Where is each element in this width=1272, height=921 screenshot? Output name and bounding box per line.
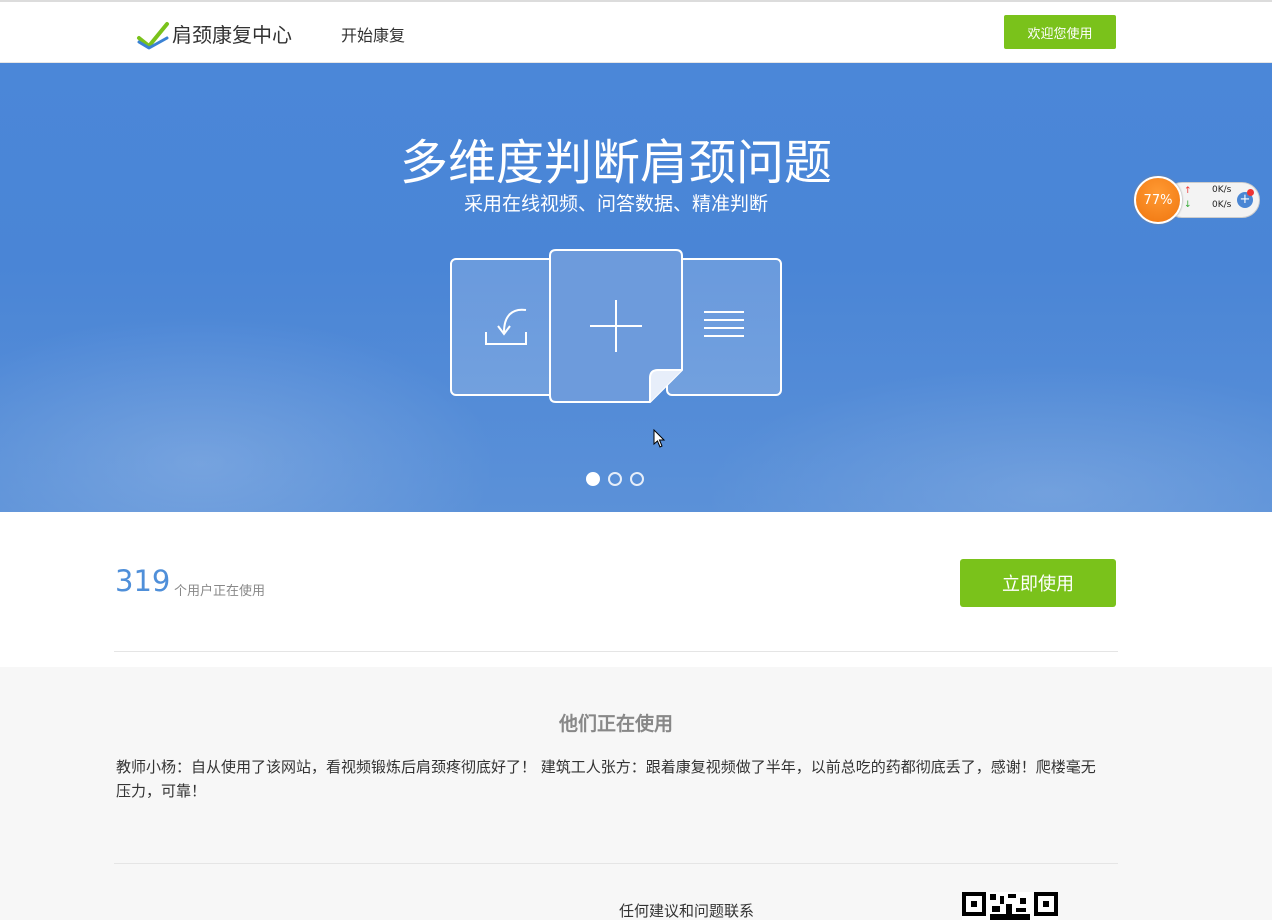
download-arrow-icon: ↓ (1184, 200, 1192, 210)
hero-illustration (448, 248, 788, 408)
testimonials-title: 他们正在使用 (558, 713, 673, 735)
nav-start-rehab[interactable]: 开始康复 (341, 22, 405, 46)
testimonials-section: 他们正在使用 教师小杨：自从使用了该网站，看视频锻炼后肩颈疼彻底好了！ 建筑工人… (0, 667, 1272, 920)
mouse-cursor-icon (653, 429, 666, 448)
checkmark-logo-icon (137, 22, 169, 50)
contact-label: 任何建议和问题联系 (619, 902, 755, 920)
user-count: 319 (115, 564, 171, 598)
download-speed: 0K/s (1212, 200, 1232, 210)
site-header: 肩颈康复中心 开始康复 欢迎您使用 (0, 2, 1272, 63)
use-now-button[interactable]: 立即使用 (960, 559, 1116, 607)
carousel-dots (586, 472, 644, 486)
carousel-dot-3[interactable] (630, 472, 644, 486)
usage-stats-section: 319 个用户正在使用 立即使用 (0, 512, 1272, 667)
carousel-dot-1[interactable] (586, 472, 600, 486)
hero-title: 多维度判断肩颈问题 (399, 135, 832, 191)
memory-percent-badge[interactable]: 77% (1134, 176, 1182, 224)
upload-arrow-icon: ↑ (1184, 186, 1192, 196)
divider (114, 863, 1118, 864)
logo-text: 肩颈康复中心 (172, 22, 292, 47)
testimonial-text: 教师小杨：自从使用了该网站，看视频锻炼后肩颈疼彻底好了！ 建筑工人张方：跟着康复… (116, 758, 1096, 800)
hero-subtitle: 采用在线视频、问答数据、精准判断 (463, 193, 768, 215)
divider (114, 651, 1118, 652)
carousel-dot-2[interactable] (608, 472, 622, 486)
qr-code-icon (962, 892, 1058, 920)
hero-banner: 多维度判断肩颈问题 采用在线视频、问答数据、精准判断 (0, 63, 1272, 512)
network-speed-widget[interactable]: 77% ↑ ↓ 0K/s 0K/s + (1134, 176, 1262, 224)
upload-speed: 0K/s (1212, 185, 1232, 195)
add-document-card (549, 249, 683, 403)
welcome-button[interactable]: 欢迎您使用 (1004, 15, 1116, 49)
user-count-label: 个用户正在使用 (174, 584, 266, 599)
notification-dot-icon (1247, 189, 1254, 196)
download-card (450, 258, 562, 396)
site-logo[interactable]: 肩颈康复中心 (136, 16, 292, 50)
